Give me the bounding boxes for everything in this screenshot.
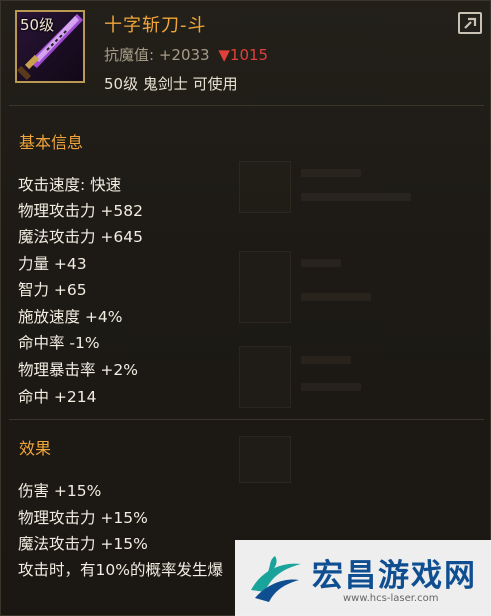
basic-info-title: 基本信息: [19, 133, 84, 152]
magic-resist-value: +2033: [158, 46, 210, 64]
sword-item-icon[interactable]: 50级: [15, 10, 85, 83]
item-tooltip: 50级 十字斩刀-斗 抗魔值: +2033 ▼1015 50级 鬼剑士 可使用 …: [0, 0, 491, 616]
attribute-row: 命中 +214: [18, 388, 97, 406]
attribute-row: 魔法攻击力 +645: [18, 228, 143, 246]
attribute-row: 物理攻击力 +582: [18, 202, 143, 220]
attribute-row: 施放速度 +4%: [18, 308, 123, 326]
magic-resist-change: ▼1015: [218, 46, 269, 64]
effect-row: 伤害 +15%: [18, 482, 102, 500]
effect-row: 攻击时，有10%的概率发生爆: [18, 561, 223, 579]
section-divider: [9, 419, 484, 420]
attribute-row: 智力 +65: [18, 281, 87, 299]
item-requirement: 50级 鬼剑士 可使用: [104, 75, 238, 93]
watermark-logo-icon: [245, 548, 305, 612]
watermark-url: www.hcs-laser.com: [343, 593, 439, 604]
magic-resist-label: 抗魔值:: [104, 46, 155, 64]
item-level-badge: 50级: [20, 16, 55, 34]
item-name: 十字斩刀-斗: [104, 15, 207, 36]
watermark-brand: 宏昌游戏网: [312, 558, 477, 594]
attribute-row: 攻击速度: 快速: [18, 176, 122, 194]
share-icon[interactable]: [458, 12, 482, 34]
attribute-row: 物理暴击率 +2%: [18, 361, 139, 379]
attribute-row: 命中率 -1%: [18, 334, 100, 352]
attribute-row: 力量 +43: [18, 255, 87, 273]
background-item-list: [151, 151, 471, 483]
effects-title: 效果: [19, 439, 52, 458]
effect-row: 物理攻击力 +15%: [18, 509, 148, 527]
watermark: 宏昌游戏网 www.hcs-laser.com: [235, 540, 491, 616]
header-divider: [9, 105, 484, 106]
item-header: 50级 十字斩刀-斗 抗魔值: +2033 ▼1015 50级 鬼剑士 可使用: [1, 1, 491, 105]
magic-resist-line: 抗魔值: +2033 ▼1015: [104, 44, 268, 65]
effect-row: 魔法攻击力 +15%: [18, 535, 148, 553]
